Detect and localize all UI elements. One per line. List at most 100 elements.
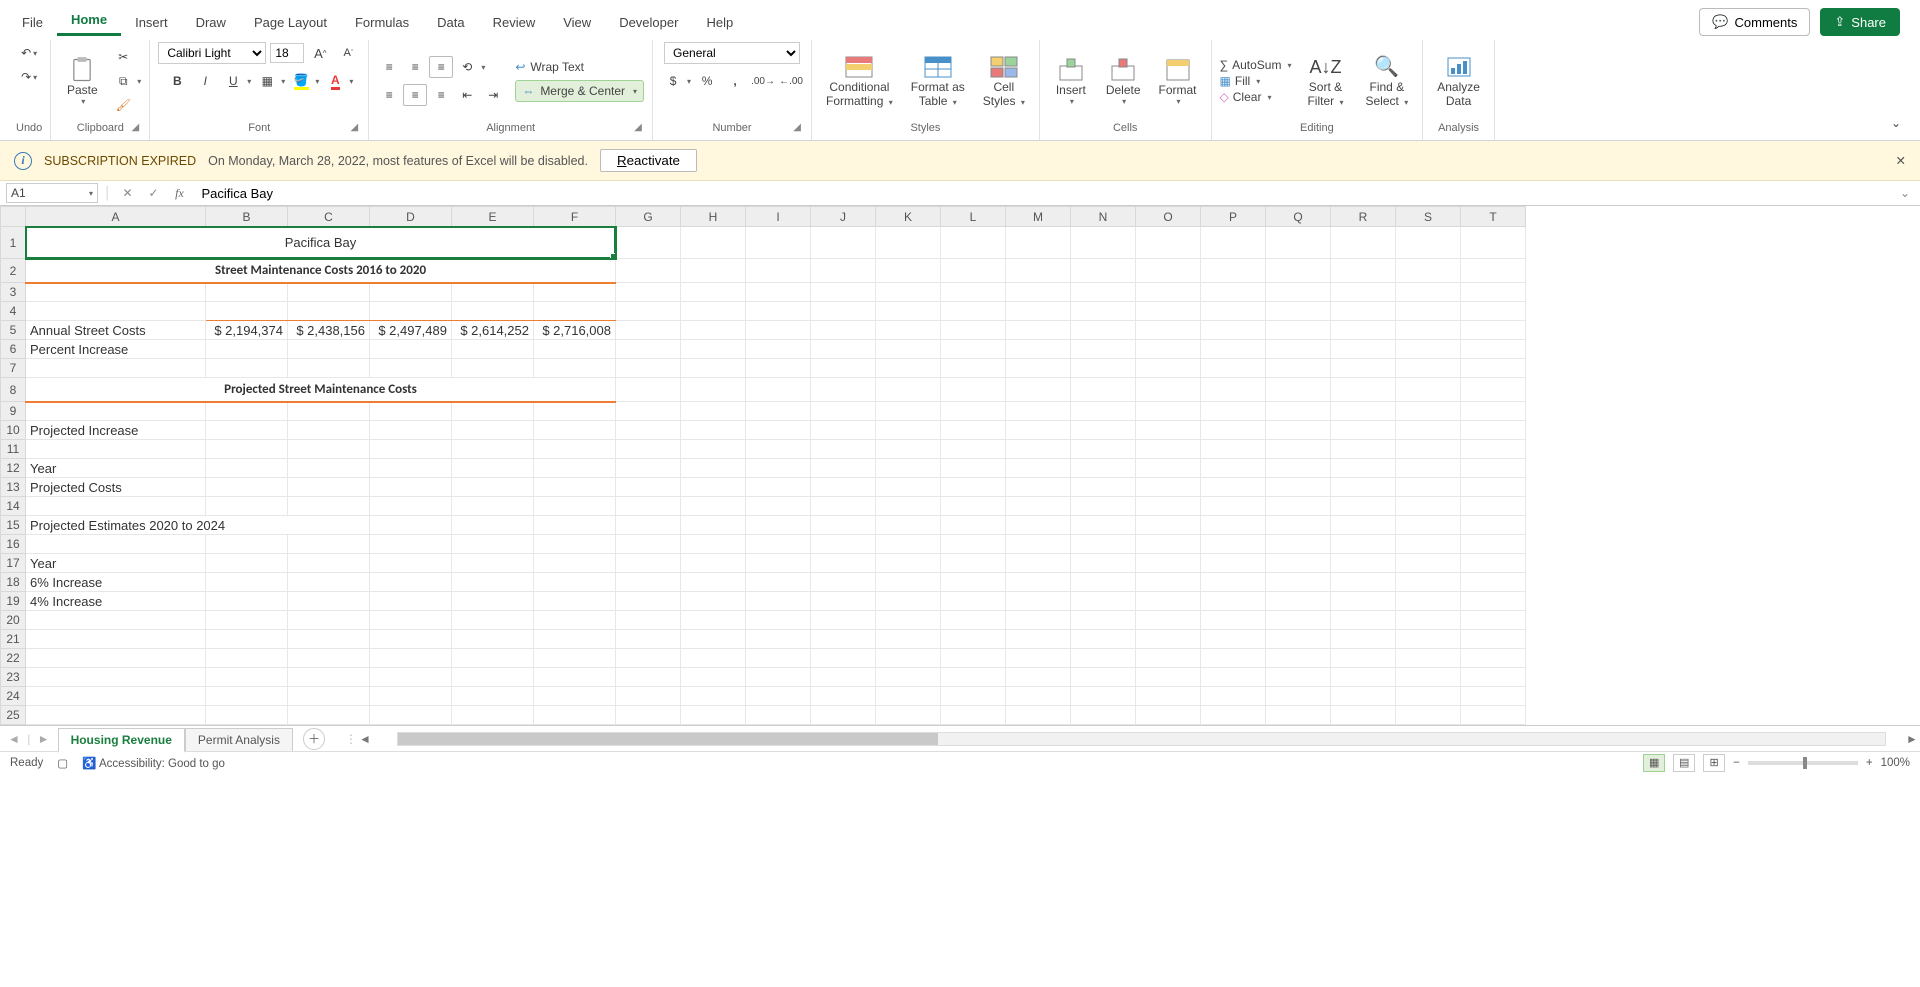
cell[interactable]: [452, 573, 534, 592]
cell[interactable]: [616, 259, 681, 283]
tab-formulas[interactable]: Formulas: [341, 9, 423, 36]
cell[interactable]: [288, 440, 370, 459]
cell[interactable]: [746, 259, 811, 283]
row-header[interactable]: 6: [1, 340, 26, 359]
cell[interactable]: $ 2,614,252: [452, 321, 534, 340]
fill-color-button[interactable]: 🪣: [289, 70, 313, 92]
cell[interactable]: [681, 630, 746, 649]
cell[interactable]: Percent Increase: [26, 340, 206, 359]
horizontal-scrollbar[interactable]: [397, 732, 1886, 746]
cell[interactable]: [1071, 687, 1136, 706]
cell[interactable]: [746, 340, 811, 359]
cell[interactable]: [370, 649, 452, 668]
cell[interactable]: Projected Increase: [26, 421, 206, 440]
cell[interactable]: [811, 706, 876, 725]
cell[interactable]: [811, 611, 876, 630]
cell[interactable]: [876, 592, 941, 611]
cell[interactable]: [370, 421, 452, 440]
cell[interactable]: [1136, 421, 1201, 440]
cell-A1-merged[interactable]: Pacifica Bay: [26, 227, 616, 259]
column-header[interactable]: M: [1006, 207, 1071, 227]
cell[interactable]: [534, 340, 616, 359]
cell[interactable]: Year: [26, 554, 206, 573]
cell[interactable]: [206, 478, 288, 497]
cell[interactable]: [1071, 573, 1136, 592]
cell[interactable]: [1266, 573, 1331, 592]
cell[interactable]: [1201, 649, 1266, 668]
row-header[interactable]: 7: [1, 359, 26, 378]
align-center-button[interactable]: ≡: [403, 84, 427, 106]
cell[interactable]: [681, 687, 746, 706]
cell[interactable]: [1331, 668, 1396, 687]
cell[interactable]: [206, 497, 288, 516]
cell[interactable]: [1071, 459, 1136, 478]
cell[interactable]: [1266, 592, 1331, 611]
cell[interactable]: [288, 630, 370, 649]
cell[interactable]: [811, 535, 876, 554]
cell[interactable]: [876, 321, 941, 340]
cell[interactable]: [1201, 478, 1266, 497]
cell[interactable]: [1071, 554, 1136, 573]
cell[interactable]: [746, 668, 811, 687]
cell[interactable]: [1006, 706, 1071, 725]
cell[interactable]: [941, 259, 1006, 283]
cell[interactable]: [1396, 459, 1461, 478]
cell[interactable]: [1136, 259, 1201, 283]
cell[interactable]: [1266, 630, 1331, 649]
cell[interactable]: [616, 706, 681, 725]
cell[interactable]: [1461, 649, 1526, 668]
cell[interactable]: [1266, 611, 1331, 630]
cell[interactable]: [534, 302, 616, 321]
row-header[interactable]: 8: [1, 378, 26, 402]
cell[interactable]: [206, 649, 288, 668]
column-header[interactable]: A: [26, 207, 206, 227]
cell[interactable]: [616, 321, 681, 340]
cell[interactable]: [1266, 554, 1331, 573]
cell[interactable]: [1201, 259, 1266, 283]
cell[interactable]: [1396, 259, 1461, 283]
cell[interactable]: [534, 592, 616, 611]
cell[interactable]: [288, 554, 370, 573]
cell[interactable]: [370, 302, 452, 321]
increase-indent-button[interactable]: ⇥: [481, 84, 505, 106]
cell[interactable]: [876, 630, 941, 649]
cell[interactable]: [811, 668, 876, 687]
cell[interactable]: [746, 321, 811, 340]
font-color-dropdown[interactable]: ▾: [349, 77, 353, 86]
cell[interactable]: [1136, 378, 1201, 402]
cell[interactable]: [288, 402, 370, 421]
cell[interactable]: [681, 340, 746, 359]
cell[interactable]: [1006, 421, 1071, 440]
cell[interactable]: [616, 649, 681, 668]
cell[interactable]: [1266, 321, 1331, 340]
fill-button[interactable]: ▦Fill▾: [1220, 74, 1292, 88]
cell[interactable]: [811, 497, 876, 516]
cell[interactable]: [370, 611, 452, 630]
increase-decimal-button[interactable]: .00→: [751, 70, 775, 92]
cell[interactable]: [1461, 611, 1526, 630]
cell[interactable]: [288, 283, 370, 302]
cell[interactable]: [288, 459, 370, 478]
cell[interactable]: [746, 630, 811, 649]
cell[interactable]: [1266, 459, 1331, 478]
comma-format-button[interactable]: ,: [723, 70, 747, 92]
cell[interactable]: [1136, 497, 1201, 516]
cell[interactable]: [452, 516, 534, 535]
cell[interactable]: [1461, 687, 1526, 706]
cell[interactable]: [811, 554, 876, 573]
cell[interactable]: [746, 497, 811, 516]
row-header[interactable]: 11: [1, 440, 26, 459]
decrease-decimal-button[interactable]: ←.00: [779, 70, 803, 92]
page-layout-view-button[interactable]: ▤: [1673, 754, 1695, 772]
cell[interactable]: [26, 535, 206, 554]
accounting-format-dropdown[interactable]: ▾: [687, 77, 691, 86]
hscroll-thumb[interactable]: [398, 733, 938, 745]
tab-view[interactable]: View: [549, 9, 605, 36]
zoom-level[interactable]: 100%: [1881, 757, 1910, 769]
row-header[interactable]: 25: [1, 706, 26, 725]
cell[interactable]: [616, 478, 681, 497]
increase-font-button[interactable]: A^: [308, 42, 332, 64]
cell[interactable]: [681, 516, 746, 535]
cell[interactable]: [1266, 535, 1331, 554]
cell[interactable]: [206, 687, 288, 706]
